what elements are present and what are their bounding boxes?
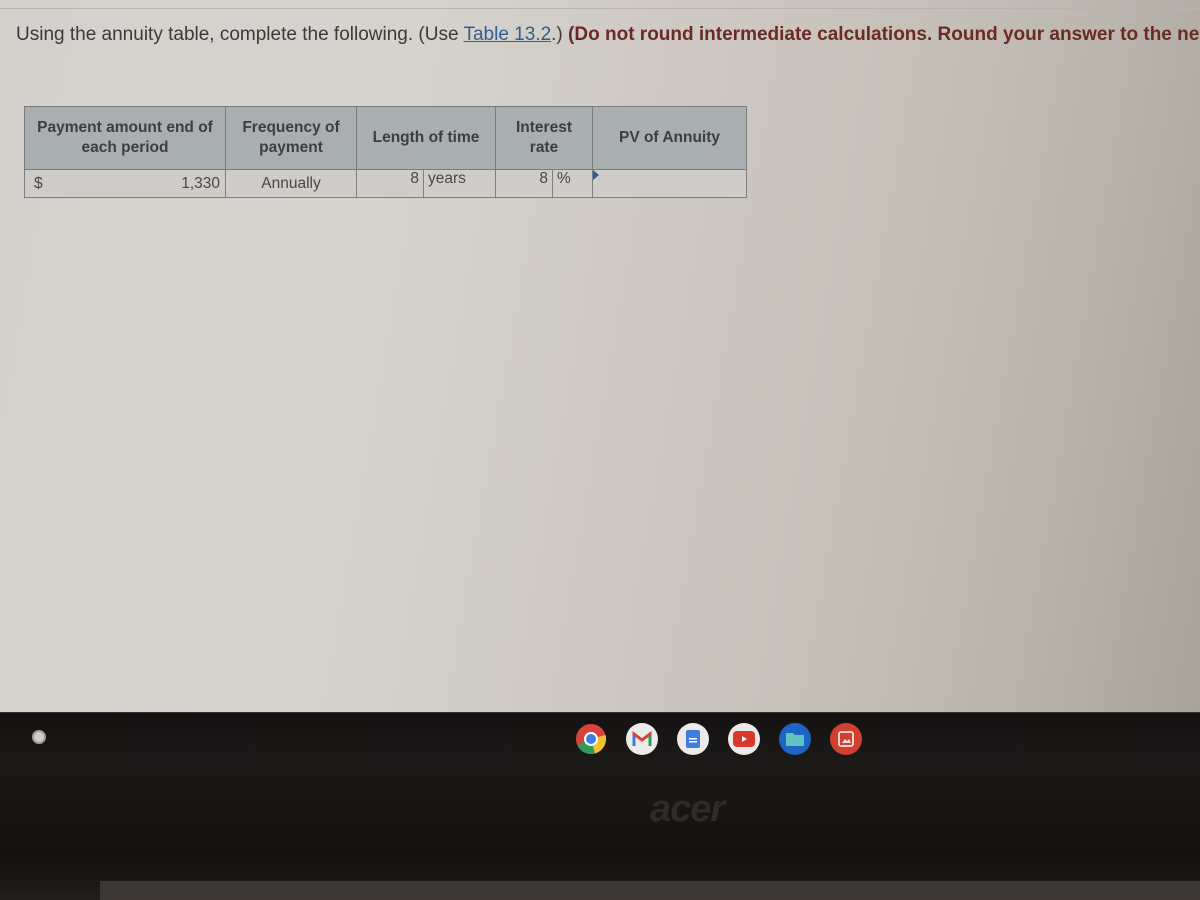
files-icon[interactable] <box>779 723 811 755</box>
question-text: Using the annuity table, complete the fo… <box>16 22 1200 48</box>
acer-logo: acer <box>650 788 725 830</box>
screen: Using the annuity table, complete the fo… <box>0 0 1200 712</box>
interest-cell: 8 % <box>495 169 593 198</box>
currency-symbol: $ <box>34 174 43 192</box>
interest-unit: % <box>557 170 571 187</box>
length-cell: 8 years <box>356 169 496 198</box>
question-instruction: (Do not round intermediate calculations.… <box>568 24 1200 45</box>
header-payment: Payment amount end of each period <box>24 106 226 170</box>
length-unit: years <box>428 170 466 187</box>
gallery-icon[interactable] <box>830 723 862 755</box>
laptop-bezel: acer <box>0 760 1200 900</box>
header-length: Length of time <box>356 106 496 170</box>
annuity-table: Payment amount end of each period Freque… <box>24 106 747 198</box>
gmail-icon[interactable] <box>626 723 658 755</box>
payment-amount: 1,330 <box>181 174 220 192</box>
keyboard-edge <box>100 881 1200 900</box>
pv-cell <box>592 169 747 198</box>
question-after-link: .) <box>551 24 569 45</box>
interest-value: 8 <box>496 170 553 197</box>
question-intro: Using the annuity table, complete the fo… <box>16 24 464 45</box>
input-cursor-flag-icon <box>593 170 599 180</box>
youtube-icon[interactable] <box>728 723 760 755</box>
pv-annuity-input[interactable] <box>598 170 745 197</box>
docs-icon[interactable] <box>677 723 709 755</box>
frequency-cell: Annually <box>225 169 357 198</box>
payment-cell: $ 1,330 <box>24 169 226 198</box>
launcher-button[interactable] <box>32 730 46 744</box>
table-row: $ 1,330 Annually 8 years 8 % <box>24 169 747 198</box>
table-13-2-link[interactable]: Table 13.2 <box>463 24 551 45</box>
header-pv: PV of Annuity <box>592 106 747 170</box>
header-frequency: Frequency of payment <box>225 106 357 170</box>
length-value: 8 <box>357 170 424 197</box>
header-interest: Interest rate <box>495 106 593 170</box>
chromeos-shelf <box>0 712 1200 761</box>
table-header-row: Payment amount end of each period Freque… <box>24 106 747 170</box>
chrome-icon[interactable] <box>575 723 607 755</box>
